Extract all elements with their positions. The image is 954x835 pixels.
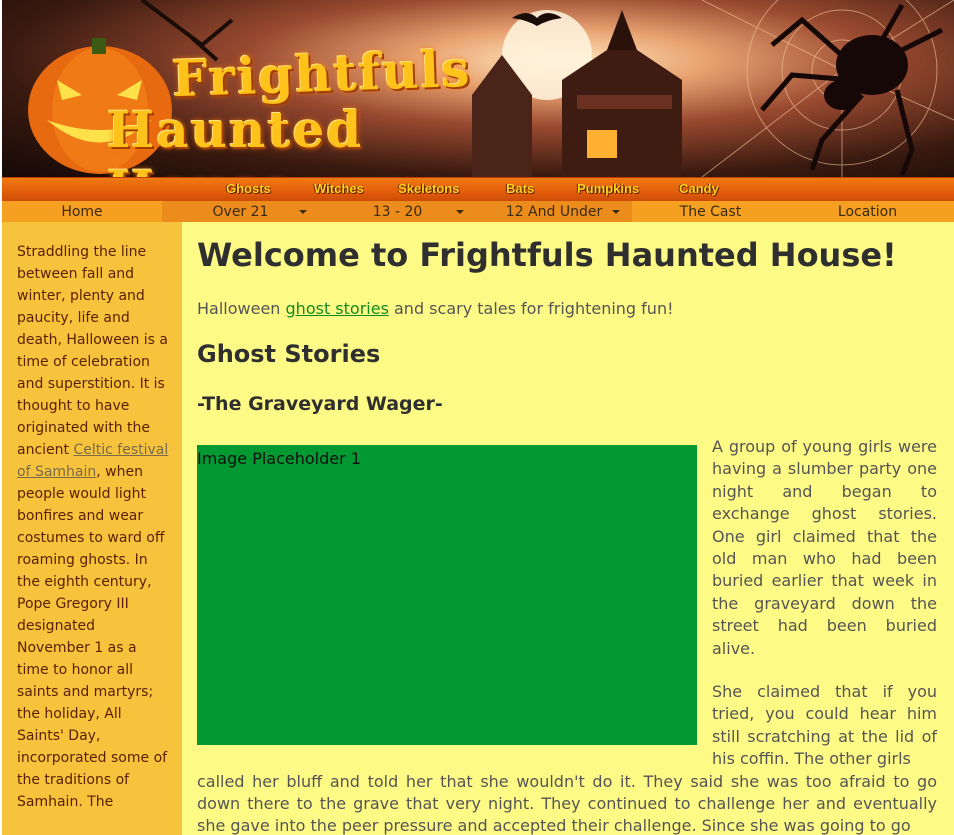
menu-13-20-label: 13 - 20	[372, 204, 423, 220]
dropdown-caret-icon	[456, 210, 464, 214]
menu-12-and-under[interactable]: 12 And Under	[476, 201, 632, 222]
story-paragraph-2-continued: called her bluff and told her that she w…	[197, 772, 937, 835]
image-placeholder-label: Image Placeholder 1	[197, 449, 361, 468]
intro-text: Halloween ghost stories and scary tales …	[197, 299, 674, 318]
dropdown-caret-icon	[612, 210, 620, 214]
category-nav: Ghosts Witches Skeletons Bats Pumpkins C…	[2, 177, 954, 202]
nav-ghosts-link[interactable]: Ghosts	[226, 181, 271, 196]
sidebar-text-intro: Straddling the line between fall and win…	[17, 244, 169, 458]
main-menu: Home Over 21 13 - 20 12 And Under The Ca…	[2, 201, 954, 223]
intro-text-start: Halloween	[197, 299, 286, 318]
story-title: -The Graveyard Wager-	[197, 393, 443, 415]
header-banner: Frightfuls Haunted House	[2, 0, 954, 177]
menu-12-and-under-label: 12 And Under	[505, 204, 603, 220]
sidebar: Straddling the line between fall and win…	[2, 222, 182, 835]
menu-over-21[interactable]: Over 21	[162, 201, 319, 222]
menu-home[interactable]: Home	[2, 201, 162, 222]
nav-bats-link[interactable]: Bats	[506, 181, 534, 196]
menu-over-21-label: Over 21	[212, 204, 269, 220]
menu-the-cast[interactable]: The Cast	[632, 201, 789, 222]
nav-pumpkins-link[interactable]: Pumpkins	[577, 181, 639, 196]
main-content: Welcome to Frightfuls Haunted House! Hal…	[182, 222, 954, 835]
spider-icon	[760, 3, 944, 176]
nav-witches-link[interactable]: Witches	[314, 181, 364, 196]
section-heading: Ghost Stories	[197, 340, 381, 368]
menu-location[interactable]: Location	[789, 201, 946, 222]
ghost-stories-link[interactable]: ghost stories	[286, 299, 389, 318]
menu-13-20[interactable]: 13 - 20	[319, 201, 476, 222]
logo-line-2: Haunted House	[107, 100, 364, 177]
image-placeholder: Image Placeholder 1	[197, 445, 697, 745]
logo-line-1: Frightfuls	[171, 38, 473, 109]
story-paragraph-1: A group of young girls were having a slu…	[712, 437, 937, 658]
page-title: Welcome to Frightfuls Haunted House!	[197, 236, 897, 274]
nav-skeletons-link[interactable]: Skeletons	[398, 181, 459, 196]
story-paragraph-2-start: She claimed that if you tried, you could…	[712, 682, 937, 769]
sidebar-text: Straddling the line between fall and win…	[17, 241, 169, 813]
nav-candy-link[interactable]: Candy	[679, 181, 719, 196]
site-logo: Frightfuls Haunted House	[97, 39, 537, 177]
sidebar-text-continued: , when people would light bonfires and w…	[17, 464, 168, 810]
page: Frightfuls Haunted House Ghosts Witches …	[0, 0, 954, 835]
dropdown-caret-icon	[299, 210, 307, 214]
intro-text-end: and scary tales for frightening fun!	[388, 299, 674, 318]
